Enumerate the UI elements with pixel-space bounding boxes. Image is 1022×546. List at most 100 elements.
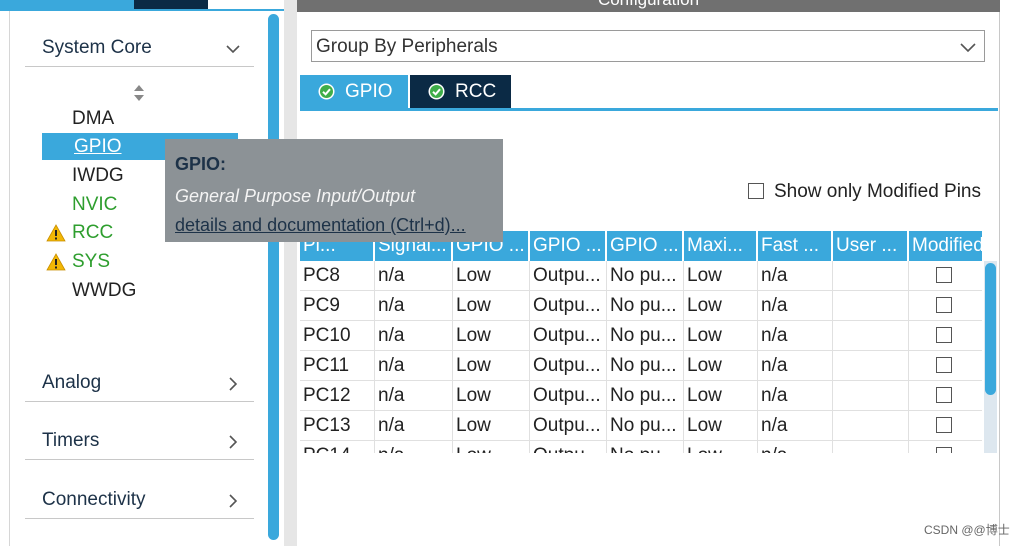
sidebar-scrollbar[interactable] bbox=[268, 14, 279, 540]
cell-pin: PC14 bbox=[300, 441, 375, 453]
cell-gpio-output-level: Low bbox=[453, 381, 530, 411]
peripheral-rcc[interactable]: RCC bbox=[72, 220, 113, 246]
table-row[interactable]: PC12 n/a Low Outpu... No pu... Low n/a bbox=[300, 381, 982, 411]
cell-gpio-mode: Outpu... bbox=[530, 261, 607, 291]
column-header-modified[interactable]: Modified bbox=[909, 231, 982, 261]
cell-signal: n/a bbox=[375, 441, 453, 453]
category-connectivity[interactable]: Connectivity bbox=[25, 481, 254, 519]
cell-signal: n/a bbox=[375, 291, 453, 321]
group-by-select[interactable]: Group By Peripherals bbox=[311, 30, 985, 62]
table-scrollbar[interactable] bbox=[985, 263, 996, 395]
cell-gpio-pull: No pu... bbox=[607, 411, 684, 441]
cell-user-label bbox=[833, 441, 909, 453]
cell-modified bbox=[909, 441, 982, 453]
column-header-gpio-pull[interactable]: GPIO ... bbox=[607, 231, 684, 261]
tab-underline bbox=[300, 108, 998, 111]
check-circle-icon bbox=[428, 83, 445, 100]
peripheral-nvic[interactable]: NVIC bbox=[72, 192, 117, 218]
table-row[interactable]: PC13 n/a Low Outpu... No pu... Low n/a bbox=[300, 411, 982, 441]
cell-gpio-mode: Outpu... bbox=[530, 441, 607, 453]
left-tab-a-z[interactable] bbox=[134, 0, 208, 9]
chevron-right-icon[interactable] bbox=[226, 377, 240, 391]
cell-pin: PC8 bbox=[300, 261, 375, 291]
modified-checkbox[interactable] bbox=[936, 297, 952, 313]
warning-icon bbox=[46, 224, 66, 242]
column-header-gpio-mode[interactable]: GPIO ... bbox=[530, 231, 607, 261]
check-circle-icon bbox=[318, 83, 335, 100]
cell-max-speed: Low bbox=[684, 411, 758, 441]
table-row[interactable]: PC8 n/a Low Outpu... No pu... Low n/a bbox=[300, 261, 982, 291]
cell-pin: PC10 bbox=[300, 321, 375, 351]
table-row[interactable]: PC14n/aLowOutpu...No pu...Lown/a bbox=[300, 441, 982, 453]
modified-checkbox[interactable] bbox=[936, 327, 952, 343]
modified-checkbox[interactable] bbox=[936, 447, 952, 453]
cell-modified bbox=[909, 381, 982, 411]
cell-max-speed: Low bbox=[684, 321, 758, 351]
left-tab-categories[interactable] bbox=[0, 0, 134, 9]
group-by-value: Group By Peripherals bbox=[316, 36, 498, 57]
cell-modified bbox=[909, 411, 982, 441]
tab-label: GPIO bbox=[345, 81, 393, 102]
modified-checkbox[interactable] bbox=[936, 267, 952, 283]
cell-gpio-mode: Outpu... bbox=[530, 351, 607, 381]
cell-fast-mode: n/a bbox=[758, 441, 833, 453]
chevron-right-icon[interactable] bbox=[226, 494, 240, 508]
cell-fast-mode: n/a bbox=[758, 291, 833, 321]
column-header-max-speed[interactable]: Maxi... bbox=[684, 231, 758, 261]
cell-user-label bbox=[833, 351, 909, 381]
sort-icon[interactable] bbox=[131, 83, 147, 103]
configuration-title: Configuration bbox=[297, 0, 1000, 10]
show-modified-pins-checkbox[interactable] bbox=[748, 183, 764, 199]
left-top-tabs bbox=[0, 0, 284, 11]
cell-pin: PC13 bbox=[300, 411, 375, 441]
modified-checkbox[interactable] bbox=[936, 417, 952, 433]
tooltip-description: General Purpose Input/Output bbox=[175, 186, 416, 206]
cell-user-label bbox=[833, 411, 909, 441]
peripheral-sys[interactable]: SYS bbox=[72, 249, 110, 275]
table-row[interactable]: PC9 n/a Low Outpu... No pu... Low n/a bbox=[300, 291, 982, 321]
tooltip-documentation-link[interactable]: details and documentation (Ctrl+d)... bbox=[175, 215, 466, 236]
peripheral-wwdg[interactable]: WWDG bbox=[72, 278, 136, 304]
cell-fast-mode: n/a bbox=[758, 381, 833, 411]
category-timers[interactable]: Timers bbox=[25, 422, 254, 460]
cell-pin: PC12 bbox=[300, 381, 375, 411]
peripheral-gpio[interactable]: GPIO bbox=[74, 134, 122, 160]
cell-gpio-output-level: Low bbox=[453, 351, 530, 381]
tab-gpio[interactable]: GPIO bbox=[300, 75, 408, 108]
category-label: System Core bbox=[42, 37, 152, 58]
peripheral-dma[interactable]: DMA bbox=[72, 106, 114, 132]
cell-pin: PC11 bbox=[300, 351, 375, 381]
cell-gpio-output-level: Low bbox=[453, 441, 530, 453]
cell-signal: n/a bbox=[375, 321, 453, 351]
cell-pin: PC9 bbox=[300, 291, 375, 321]
categories-panel: System Core DMA GPIO IWDG NVIC RCC SYS W… bbox=[9, 11, 284, 546]
table-row[interactable]: PC10 n/a Low Outpu... No pu... Low n/a bbox=[300, 321, 982, 351]
cell-fast-mode: n/a bbox=[758, 321, 833, 351]
cell-gpio-pull: No pu... bbox=[607, 441, 684, 453]
cell-fast-mode: n/a bbox=[758, 261, 833, 291]
gpio-tooltip: GPIO: General Purpose Input/Output detai… bbox=[165, 139, 503, 242]
tab-rcc[interactable]: RCC bbox=[410, 75, 511, 108]
cell-gpio-mode: Outpu... bbox=[530, 321, 607, 351]
cell-max-speed: Low bbox=[684, 351, 758, 381]
cell-gpio-output-level: Low bbox=[453, 261, 530, 291]
table-row[interactable]: PC11 n/a Low Outpu... No pu... Low n/a bbox=[300, 351, 982, 381]
tooltip-title: GPIO: bbox=[175, 154, 227, 174]
category-analog[interactable]: Analog bbox=[25, 364, 254, 402]
chevron-down-icon[interactable] bbox=[226, 42, 240, 56]
cell-modified bbox=[909, 351, 982, 381]
modified-checkbox[interactable] bbox=[936, 357, 952, 373]
modified-checkbox[interactable] bbox=[936, 387, 952, 403]
cell-gpio-output-level: Low bbox=[453, 321, 530, 351]
category-system-core[interactable]: System Core bbox=[25, 29, 254, 67]
column-header-fast-mode[interactable]: Fast ... bbox=[758, 231, 833, 261]
panel-divider[interactable] bbox=[284, 0, 297, 546]
category-label: Connectivity bbox=[42, 489, 146, 510]
pin-configuration-table: Pi... Signal... GPIO ... GPIO ... GPIO .… bbox=[300, 231, 982, 453]
column-header-user-label[interactable]: User ... bbox=[833, 231, 909, 261]
chevron-down-icon[interactable] bbox=[960, 40, 976, 54]
cell-max-speed: Low bbox=[684, 381, 758, 411]
cell-signal: n/a bbox=[375, 411, 453, 441]
peripheral-iwdg[interactable]: IWDG bbox=[72, 163, 124, 189]
chevron-right-icon[interactable] bbox=[226, 435, 240, 449]
